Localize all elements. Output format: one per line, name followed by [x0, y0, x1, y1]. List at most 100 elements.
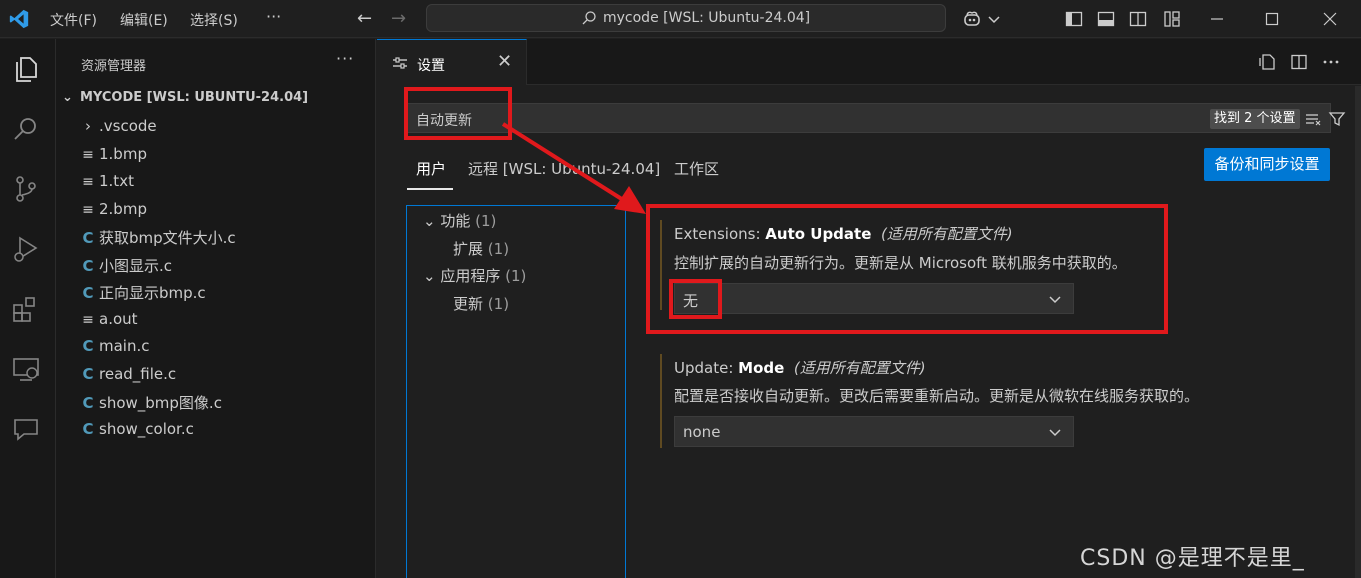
select-value: none [683, 423, 721, 441]
search-icon [582, 11, 596, 25]
c-file-icon: C [82, 420, 94, 438]
chat-icon[interactable] [10, 413, 42, 445]
tab-settings-label: 设置 [417, 58, 445, 74]
setting-update-mode: Update: Mode (适用所有配置文件) 配置是否接收自动更新。更改后需要… [660, 354, 1340, 454]
chevron-down-icon [1049, 429, 1061, 437]
file-label: 1.bmp [99, 145, 147, 163]
settings-search-input[interactable]: 自动更新 找到 2 个设置 [405, 103, 1346, 133]
close-window-icon[interactable] [1320, 9, 1340, 29]
text-file-icon: ≡ [82, 147, 94, 163]
scrollbar[interactable] [1355, 86, 1361, 578]
menu-selection[interactable]: 选择(S) [190, 10, 238, 30]
file-label: main.c [99, 337, 150, 355]
tree-item-file[interactable]: ≡ a.out [78, 310, 137, 332]
explorer-icon[interactable] [10, 53, 42, 85]
toggle-panel-icon[interactable] [1096, 9, 1116, 29]
clear-filter-icon[interactable] [1304, 110, 1322, 128]
minimize-icon[interactable] [1207, 9, 1227, 29]
chevron-down-icon[interactable] [984, 9, 1004, 29]
tree-item-file[interactable]: Cread_file.c [78, 365, 176, 387]
customize-layout-icon[interactable] [1162, 9, 1182, 29]
open-settings-json-icon[interactable] [1257, 52, 1277, 72]
file-label: show_color.c [99, 420, 194, 438]
c-file-icon: C [82, 365, 94, 383]
close-icon[interactable]: ✕ [497, 51, 512, 72]
setting-scope-note: (适用所有配置文件) [793, 359, 926, 377]
workspace-root[interactable]: ⌄ MYCODE [WSL: UBUNTU-24.04] [62, 90, 308, 105]
toc-count: (1) [487, 240, 510, 258]
toc-item-update[interactable]: 更新 (1) [453, 293, 509, 314]
explorer-sidebar: 资源管理器 ··· ⌄ MYCODE [WSL: UBUNTU-24.04] ›.… [56, 39, 376, 578]
result-count-badge: 找到 2 个设置 [1210, 109, 1300, 129]
tree-item-file[interactable]: C 获取bmp文件大小.c [78, 227, 236, 249]
c-file-icon: C [82, 394, 94, 412]
maximize-icon[interactable] [1262, 9, 1282, 29]
update-mode-select[interactable]: none [674, 416, 1074, 447]
setting-title: Update: Mode (适用所有配置文件) [674, 357, 926, 378]
toc-count: (1) [475, 212, 497, 230]
toc-item-extensions[interactable]: 扩展 (1) [453, 238, 509, 259]
tree-item-file[interactable]: Cshow_color.c [78, 420, 194, 442]
tab-user[interactable]: 用户 [416, 158, 446, 179]
toggle-primary-sidebar-icon[interactable] [1064, 9, 1084, 29]
menu-file[interactable]: 文件(F) [50, 10, 97, 30]
active-tab-indicator [407, 188, 453, 190]
sidebar-title: 资源管理器 [81, 59, 147, 74]
search-icon[interactable] [10, 113, 42, 145]
tab-workspace[interactable]: 工作区 [674, 158, 719, 179]
split-editor-icon[interactable] [1289, 52, 1309, 72]
editor-tab-bar: 设置 ✕ [377, 39, 1361, 85]
file-label: show_bmp图像.c [99, 394, 222, 412]
annotation-box-search [404, 87, 512, 140]
setting-category: Update: [674, 359, 739, 377]
workspace-root-label: MYCODE [WSL: UBUNTU-24.04] [80, 90, 309, 105]
backup-sync-button[interactable]: 备份和同步设置 [1204, 148, 1330, 181]
tree-item-file[interactable]: C 正向显示bmp.c [78, 282, 206, 304]
file-label: 2.bmp [99, 200, 147, 218]
c-file-icon: C [82, 257, 94, 275]
c-file-icon: C [82, 337, 94, 355]
remote-explorer-icon[interactable] [10, 353, 42, 385]
text-file-icon: ≡ [82, 174, 94, 190]
command-center[interactable]: mycode [WSL: Ubuntu-24.04] [426, 4, 946, 32]
filter-icon[interactable] [1328, 110, 1346, 128]
file-label: 正向显示bmp.c [99, 284, 206, 302]
toggle-secondary-sidebar-icon[interactable] [1128, 9, 1148, 29]
sidebar-more-actions[interactable]: ··· [336, 49, 354, 68]
run-debug-icon[interactable] [10, 233, 42, 265]
setting-name: Mode [738, 359, 785, 377]
tree-item-file[interactable]: Cshow_bmp图像.c [78, 392, 222, 414]
settings-sliders-icon [393, 57, 407, 69]
tree-item-vscode-folder[interactable]: › .vscode [78, 117, 157, 139]
menu-more[interactable]: ··· [266, 7, 281, 26]
toc-label: 功能 [440, 212, 471, 230]
source-control-icon[interactable] [10, 173, 42, 205]
toc-item-features[interactable]: ⌄ 功能 (1) [423, 210, 496, 231]
settings-toc: ⌄ 功能 (1) 扩展 (1) ⌄ 应用程序 (1) 更新 (1) [406, 205, 626, 578]
toc-label: 更新 [453, 295, 484, 313]
tree-item-file[interactable]: ≡ 1.bmp [78, 145, 147, 167]
back-arrow-icon[interactable]: ← [357, 8, 372, 29]
setting-description: 配置是否接收自动更新。更改后需要重新启动。更新是从微软在线服务获取的。 [674, 387, 1200, 405]
forward-arrow-icon[interactable]: → [391, 8, 406, 29]
extensions-icon[interactable] [10, 293, 42, 325]
command-center-label: mycode [WSL: Ubuntu-24.04] [603, 10, 811, 26]
chevron-down-icon: ⌄ [423, 212, 441, 230]
tree-item-file[interactable]: C 小图显示.c [78, 255, 172, 277]
chevron-right-icon: › [85, 117, 91, 135]
copilot-icon[interactable] [962, 9, 982, 29]
tab-settings[interactable]: 设置 ✕ [377, 39, 527, 85]
menu-edit[interactable]: 编辑(E) [120, 10, 168, 30]
c-file-icon: C [82, 284, 94, 302]
watermark: CSDN @是理不是里_ [1080, 546, 1305, 571]
toc-item-application[interactable]: ⌄ 应用程序 (1) [423, 265, 526, 286]
file-label: 获取bmp文件大小.c [99, 229, 236, 247]
c-file-icon: C [82, 229, 94, 247]
more-actions-icon[interactable] [1321, 52, 1341, 72]
title-bar: 文件(F) 编辑(E) 选择(S) ··· ← → mycode [WSL: U… [0, 0, 1361, 38]
tree-item-file[interactable]: ≡ 1.txt [78, 172, 134, 194]
file-label: .vscode [99, 117, 157, 135]
tree-item-file[interactable]: Cmain.c [78, 337, 150, 359]
tab-remote[interactable]: 远程 [WSL: Ubuntu-24.04] [468, 158, 660, 179]
tree-item-file[interactable]: ≡ 2.bmp [78, 200, 147, 222]
